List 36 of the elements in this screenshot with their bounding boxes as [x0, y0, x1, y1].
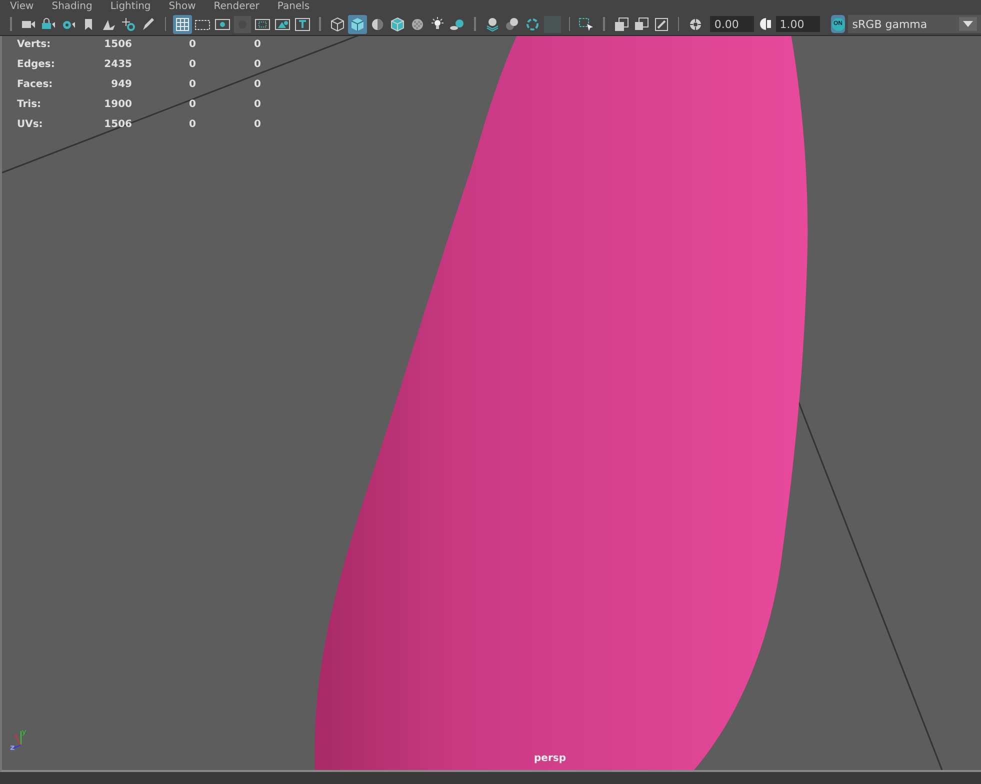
stat-value: 0 [253, 58, 261, 72]
stat-value: 0 [188, 58, 196, 72]
gamma-icon [759, 17, 771, 31]
stat-label: Edges: [17, 58, 56, 72]
stat-label: Faces: [17, 78, 54, 92]
stat-value: 0 [253, 118, 261, 132]
stat-label: Verts: [17, 38, 52, 52]
stat-value: 0 [188, 78, 196, 92]
stat-value: 0 [188, 98, 196, 112]
grid-button[interactable] [173, 14, 192, 34]
gamma-field[interactable]: 1.00 [776, 16, 820, 32]
stat-value: 949 [110, 78, 132, 92]
stat-value: 0 [253, 78, 261, 92]
view-transform-dropdown[interactable]: sRGB gamma [848, 15, 981, 33]
stat-label: Tris: [17, 98, 42, 112]
dark-square-icon [542, 14, 562, 34]
menu-item[interactable]: View [10, 0, 34, 12]
menu-item[interactable]: Show [168, 0, 196, 12]
stat-value: 1506 [103, 38, 132, 52]
shaded-cube-button[interactable] [348, 14, 367, 34]
menu-item[interactable]: Shading [52, 0, 92, 12]
stat-value: 0 [253, 38, 261, 52]
caret-icon [963, 21, 974, 27]
stat-value: 1506 [103, 118, 132, 132]
stat-value: 2435 [103, 58, 132, 72]
stat-value: 0 [188, 118, 196, 132]
stat-value: 0 [188, 38, 196, 52]
exposure-field[interactable]: 0.00 [710, 16, 754, 32]
camera-label: persp [534, 753, 566, 764]
stat-value: 0 [253, 98, 261, 112]
menu-item[interactable]: Renderer [214, 0, 260, 12]
gate-mask-icon [233, 14, 252, 34]
menu-item[interactable]: Panels [277, 0, 310, 12]
stat-value: 1900 [103, 98, 132, 112]
stat-label: UVs: [17, 118, 44, 132]
menu-item[interactable]: Lighting [110, 0, 151, 12]
